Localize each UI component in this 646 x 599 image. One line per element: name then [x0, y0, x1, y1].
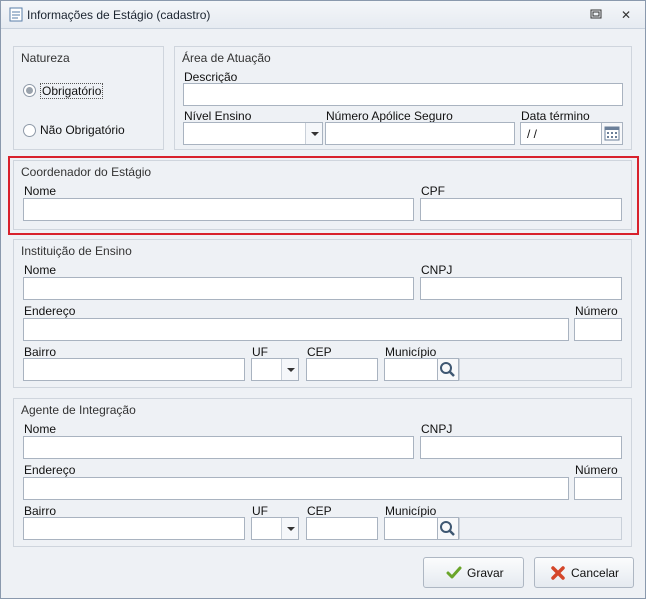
apolice-label: Número Apólice Seguro [326, 109, 453, 123]
nivel-ensino-label: Nível Ensino [184, 109, 252, 123]
apolice-input[interactable] [325, 122, 515, 145]
highlight-box [8, 156, 639, 235]
cancel-icon [551, 566, 565, 580]
check-icon [446, 566, 462, 579]
agente-endereco-input[interactable] [23, 477, 569, 500]
natureza-title: Natureza [21, 51, 70, 65]
close-icon[interactable]: ✕ [617, 7, 635, 23]
instituicao-nome-input[interactable] [23, 277, 414, 300]
instituicao-group: Instituição de Ensino Nome CNPJ Endereço… [13, 239, 632, 388]
agente-nome-label: Nome [24, 422, 57, 436]
agente-cep-input[interactable] [306, 517, 378, 540]
instituicao-municipio-name [459, 358, 622, 381]
descricao-input[interactable] [183, 83, 623, 106]
window-title: Informações de Estágio (cadastro) [27, 8, 211, 22]
search-icon[interactable] [437, 358, 459, 381]
agente-uf-select[interactable] [251, 517, 299, 540]
instituicao-nome-label: Nome [24, 263, 57, 277]
agente-cnpj-input[interactable] [420, 436, 622, 459]
agente-municipio-name [459, 517, 622, 540]
agente-numero-label: Número [575, 463, 618, 477]
radio-nao-obrigatorio-label[interactable]: Não Obrigatório [40, 123, 125, 137]
nivel-ensino-select[interactable] [183, 122, 323, 145]
agente-title: Agente de Integração [21, 403, 136, 417]
instituicao-endereco-label: Endereço [24, 304, 76, 318]
area-title: Área de Atuação [182, 51, 271, 65]
instituicao-bairro-label: Bairro [24, 345, 57, 359]
instituicao-cnpj-input[interactable] [420, 277, 622, 300]
agente-numero-input[interactable] [574, 477, 622, 500]
instituicao-cnpj-label: CNPJ [421, 263, 453, 277]
instituicao-municipio-code-input[interactable] [384, 358, 438, 381]
instituicao-cep-input[interactable] [306, 358, 378, 381]
instituicao-title: Instituição de Ensino [21, 244, 132, 258]
radio-obrigatorio-label[interactable]: Obrigatório [40, 83, 104, 99]
agente-endereco-label: Endereço [24, 463, 76, 477]
instituicao-bairro-input[interactable] [23, 358, 245, 381]
search-icon[interactable] [437, 517, 459, 540]
agente-bairro-label: Bairro [24, 504, 57, 518]
data-termino-input[interactable]: / / [520, 122, 602, 145]
restore-icon[interactable] [587, 7, 605, 23]
area-atuacao-group: Área de Atuação Descrição Nível Ensino N… [174, 46, 632, 150]
form-icon [9, 7, 23, 22]
agente-cep-label: CEP [307, 504, 332, 518]
chevron-down-icon[interactable] [305, 123, 322, 144]
gravar-label: Gravar [467, 566, 504, 580]
gravar-button[interactable]: Gravar [423, 557, 524, 588]
chevron-down-icon[interactable] [281, 359, 298, 380]
cancelar-button[interactable]: Cancelar [534, 557, 634, 588]
agente-municipio-code-input[interactable] [384, 517, 438, 540]
title-bar[interactable]: Informações de Estágio (cadastro) ✕ [1, 1, 645, 29]
dialog-window: Informações de Estágio (cadastro) ✕ Natu… [0, 0, 646, 599]
instituicao-numero-label: Número [575, 304, 618, 318]
data-termino-label: Data término [521, 109, 590, 123]
calendar-icon[interactable] [601, 122, 623, 145]
descricao-label: Descrição [184, 70, 238, 84]
data-termino-value: / / [527, 127, 538, 141]
agente-uf-label: UF [252, 504, 268, 518]
radio-nao-obrigatorio[interactable] [23, 124, 36, 137]
agente-nome-input[interactable] [23, 436, 414, 459]
agente-municipio-label: Município [385, 504, 437, 518]
cancelar-label: Cancelar [571, 566, 620, 580]
instituicao-cep-label: CEP [307, 345, 332, 359]
natureza-group: Natureza Obrigatório Não Obrigatório [13, 46, 164, 150]
agente-group: Agente de Integração Nome CNPJ Endereço … [13, 398, 632, 547]
instituicao-numero-input[interactable] [574, 318, 622, 341]
instituicao-municipio-label: Município [385, 345, 437, 359]
agente-cnpj-label: CNPJ [421, 422, 453, 436]
instituicao-endereco-input[interactable] [23, 318, 569, 341]
instituicao-uf-select[interactable] [251, 358, 299, 381]
chevron-down-icon[interactable] [281, 518, 298, 539]
instituicao-uf-label: UF [252, 345, 268, 359]
agente-bairro-input[interactable] [23, 517, 245, 540]
radio-obrigatorio[interactable] [23, 84, 36, 97]
